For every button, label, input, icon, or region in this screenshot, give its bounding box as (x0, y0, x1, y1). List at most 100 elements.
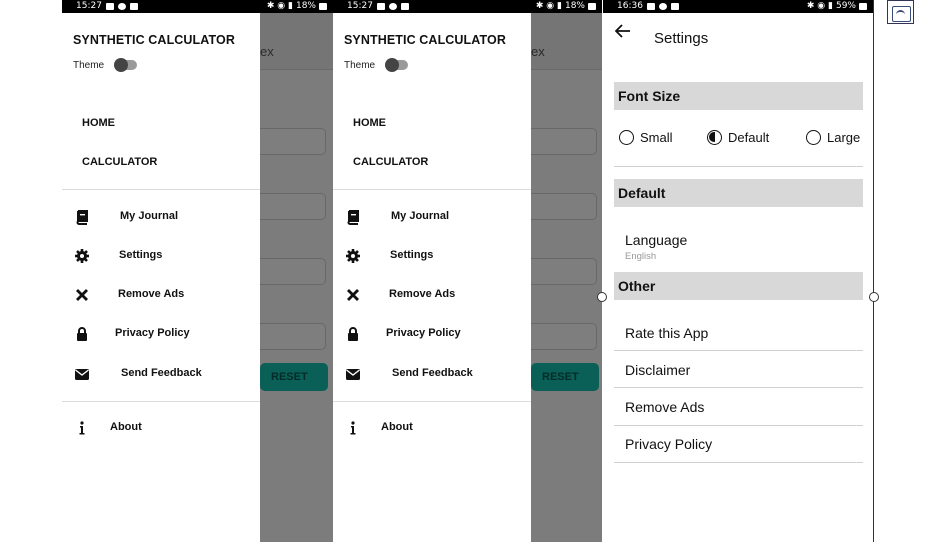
drawer-app-title: SYNTHETIC CALCULATOR (344, 33, 506, 47)
menu-item-label: Privacy Policy (386, 327, 461, 339)
menu-item-about[interactable]: About (62, 418, 260, 438)
back-arrow-icon[interactable] (615, 24, 631, 38)
menu-item-my-journal[interactable]: My Journal (333, 207, 531, 227)
menu-item-label: Send Feedback (392, 367, 473, 379)
menu-item-label: Remove Ads (389, 288, 456, 300)
menu-item-my-journal[interactable]: My Journal (62, 207, 260, 227)
close-icon (347, 289, 359, 301)
telegram-notification-icon (658, 3, 667, 10)
phone-screen-drawer-1: 15:27 ✱ ◉ ▮ 18% ex RESET SYNTHETIC CALCUL… (62, 0, 333, 542)
signal-icons: ✱ ◉ ▮ (806, 1, 833, 11)
image-placeholder-icon[interactable] (887, 0, 914, 24)
menu-item-privacy-policy[interactable]: Privacy Policy (333, 324, 531, 344)
nav-home[interactable]: HOME (353, 117, 386, 129)
phone-screen-settings: 16:36 ✱ ◉ ▮ 59% Settings Font Size Small … (603, 0, 874, 542)
menu-item-label: About (381, 421, 413, 433)
background-reset-button: RESET (260, 363, 328, 391)
theme-label: Theme (73, 60, 105, 71)
menu-item-send-feedback[interactable]: Send Feedback (62, 364, 260, 384)
background-input-field (252, 323, 326, 350)
section-label: Font Size (618, 88, 681, 104)
mail-notification-icon (400, 3, 409, 10)
gallery-notification-icon (376, 3, 385, 10)
status-time: 15:27 (347, 1, 373, 11)
section-label: Other (618, 278, 656, 294)
drawer-divider (62, 189, 260, 190)
section-header-font-size: Font Size (614, 82, 863, 110)
toggle-knob (385, 58, 399, 72)
resize-handle[interactable] (597, 292, 607, 302)
facebook-notification-icon (646, 3, 655, 10)
nav-calculator[interactable]: CALCULATOR (82, 156, 157, 168)
background-input-field (523, 128, 597, 155)
info-icon (79, 421, 85, 435)
mail-notification-icon (129, 3, 138, 10)
remove-ads-item[interactable]: Remove Ads (625, 399, 704, 415)
background-input-field (523, 193, 597, 220)
section-label: Default (618, 185, 666, 201)
page-title: Settings (654, 30, 709, 47)
phone-screen-drawer-2: 15:27 ✱ ◉ ▮ 18% ex RESET SYNTHETIC CALCUL… (333, 0, 602, 542)
background-title-fragment: ex (531, 44, 545, 59)
drawer-divider (333, 401, 531, 402)
book-icon (76, 210, 88, 225)
menu-item-about[interactable]: About (333, 418, 531, 438)
radio-font-small[interactable]: Small (619, 128, 673, 146)
radio-label: Small (640, 129, 673, 145)
language-value: English (625, 251, 657, 262)
section-header-default: Default (614, 179, 863, 207)
envelope-icon (75, 369, 89, 380)
privacy-policy-item[interactable]: Privacy Policy (625, 436, 712, 452)
lock-icon (348, 327, 358, 341)
lock-icon (77, 327, 87, 341)
status-bar: 15:27 ✱ ◉ ▮ 18% (333, 0, 602, 13)
disclaimer-item[interactable]: Disclaimer (625, 362, 690, 378)
background-reset-button: RESET (531, 363, 599, 391)
theme-toggle[interactable] (114, 58, 137, 72)
language-label: Language (625, 232, 688, 248)
background-input-field (523, 258, 597, 285)
menu-item-settings[interactable]: Settings (62, 246, 260, 266)
nav-home[interactable]: HOME (82, 117, 115, 129)
battery-icon (859, 3, 867, 10)
menu-item-label: Settings (119, 249, 163, 261)
navigation-drawer: SYNTHETIC CALCULATOR Theme HOME CALCULAT… (333, 13, 531, 542)
menu-item-remove-ads[interactable]: Remove Ads (333, 285, 531, 305)
screenshot-stage: 15:27 ✱ ◉ ▮ 18% ex RESET SYNTHETIC CALCUL… (0, 0, 944, 542)
toggle-knob (114, 58, 128, 72)
drawer-app-title: SYNTHETIC CALCULATOR (73, 33, 235, 47)
info-icon (350, 421, 356, 435)
radio-unchecked-icon (806, 129, 821, 145)
menu-item-send-feedback[interactable]: Send Feedback (333, 364, 531, 384)
status-bar: 15:27 ✱ ◉ ▮ 18% (62, 0, 333, 13)
drawer-divider (62, 401, 260, 402)
nav-calculator[interactable]: CALCULATOR (353, 156, 428, 168)
gear-icon (346, 249, 360, 263)
background-input-field (252, 258, 326, 285)
background-title-fragment: ex (260, 44, 274, 59)
radio-font-default[interactable]: Default (707, 128, 769, 146)
message-notification-icon (117, 3, 126, 10)
menu-item-label: Remove Ads (118, 288, 185, 300)
message-notification-icon (388, 3, 397, 10)
book-icon (347, 210, 359, 225)
divider (614, 462, 863, 463)
section-header-other: Other (614, 272, 863, 300)
menu-item-label: Send Feedback (121, 367, 202, 379)
divider (614, 166, 863, 167)
menu-item-remove-ads[interactable]: Remove Ads (62, 285, 260, 305)
theme-toggle[interactable] (385, 58, 408, 72)
battery-icon (319, 3, 327, 10)
menu-item-label: Privacy Policy (115, 327, 190, 339)
resize-handle[interactable] (869, 292, 879, 302)
menu-item-settings[interactable]: Settings (333, 246, 531, 266)
signal-icons: ✱ ◉ ▮ (535, 1, 562, 11)
radio-unchecked-icon (619, 129, 634, 145)
rate-app-item[interactable]: Rate this App (625, 325, 708, 341)
background-input-field (252, 128, 326, 155)
background-input-field (252, 193, 326, 220)
radio-font-large[interactable]: Large (806, 128, 860, 146)
menu-item-privacy-policy[interactable]: Privacy Policy (62, 324, 260, 344)
mail-notification-icon (670, 3, 679, 10)
radio-checked-icon (707, 129, 722, 145)
